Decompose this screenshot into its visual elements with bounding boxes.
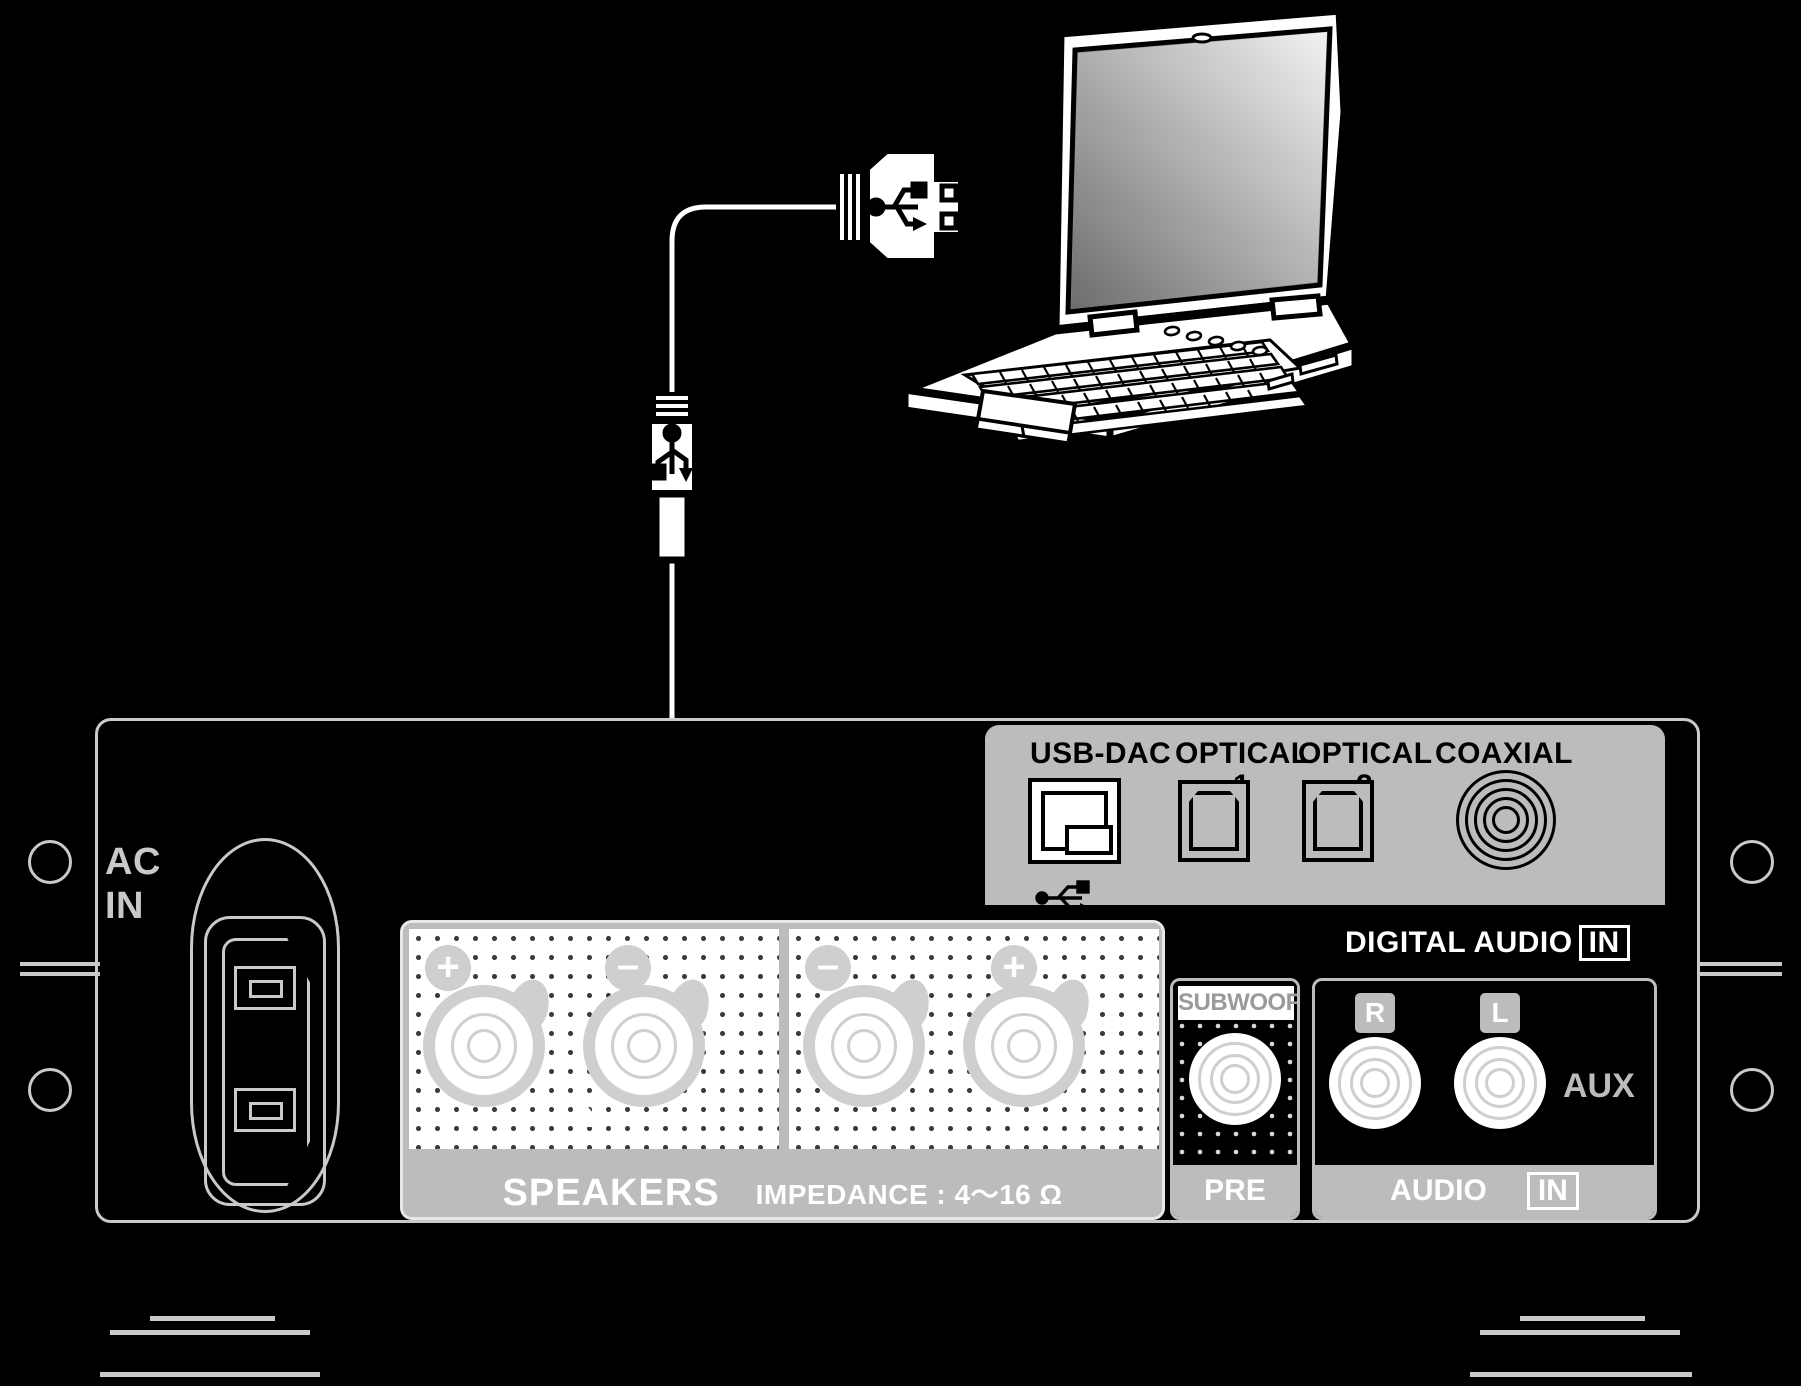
laptop-computer [887,5,1362,445]
chassis-foot [1470,1372,1692,1377]
chassis-edge-line [20,962,100,966]
chassis-foot [110,1330,310,1335]
speaker-binding-post-r-minus[interactable] [583,974,717,1107]
chassis-screw-hole [28,840,72,884]
audio-in-r-label: R [1355,993,1395,1033]
laptop-touchpad [973,388,1078,445]
subwoofer-pre-out-jack[interactable] [1189,1033,1281,1125]
subwoofer-label: SUBWOOFER [1178,986,1297,1020]
speaker-terminals-block: + – R – + L SPEAKERS IMPEDANCE : 4～16 Ω [400,920,1165,1220]
speaker-channel-l: L [951,1101,970,1134]
ac-inlet[interactable] [190,838,340,1213]
audio-in-text: AUDIO [1390,1174,1487,1207]
speaker-binding-post-l-plus[interactable] [963,974,1097,1107]
diagram-canvas: AC IN USB-DAC OPTICAL 1 OPTICAL 2 COAXIA… [0,0,1801,1386]
chassis-edge-line [20,972,100,976]
speaker-binding-post-r-plus[interactable] [423,974,557,1107]
chassis-screw-hole [28,1068,72,1112]
optical-2-port[interactable] [1302,780,1374,862]
laptop-keyboard [969,340,1310,443]
usb-icon [1035,880,1092,915]
chassis-foot [1480,1330,1680,1335]
audio-in-l-label: L [1480,993,1520,1033]
audio-in-badge: IN [1526,1172,1579,1210]
pre-out-footer: PRE OUT [1173,1165,1297,1217]
chassis-edge-line [1700,972,1782,976]
speakers-title: SPEAKERS [502,1171,720,1214]
chassis-screw-hole [1730,840,1774,884]
speaker-divider [779,929,789,1149]
audio-in-footer: AUDIO IN [1315,1165,1654,1217]
speakers-footer: SPEAKERS IMPEDANCE : 4～16 Ω [403,1169,1162,1217]
chassis-edge-line [1700,962,1782,966]
digital-audio-in-label: DIGITAL AUDIO IN [1345,925,1630,961]
usb-dac-label: USB-DAC [1030,737,1172,770]
optical-2-label: OPTICAL [1298,737,1433,770]
optical-1-port[interactable] [1178,780,1250,862]
usb-dac-port[interactable] [1028,778,1121,864]
ac-pin-slot [234,1088,296,1132]
speaker-binding-post-l-minus[interactable] [803,974,937,1107]
aux-label: AUX [1563,1067,1635,1105]
chassis-screw-hole [1730,1068,1774,1112]
optical-1-label: OPTICAL [1175,737,1310,770]
coaxial-port[interactable] [1456,770,1556,870]
chassis-foot [1520,1316,1645,1321]
chassis-foot [100,1372,320,1377]
pre-out-block: SUBWOOFER PRE OUT [1170,978,1300,1220]
ac-pin-slot [234,966,296,1010]
usb-a-connector [836,146,966,266]
usb-b-connector [644,392,700,564]
audio-in-block: R L AUX AUDIO IN [1312,978,1657,1220]
speaker-channel-r: R [571,1101,593,1134]
chassis-foot [150,1316,275,1321]
audio-in-l-jack[interactable] [1454,1037,1546,1129]
coaxial-label: COAXIAL [1435,737,1573,770]
ac-in-label: AC IN [105,841,161,927]
audio-in-r-jack[interactable] [1329,1037,1421,1129]
speakers-impedance: IMPEDANCE : 4～16 Ω [755,1179,1063,1210]
